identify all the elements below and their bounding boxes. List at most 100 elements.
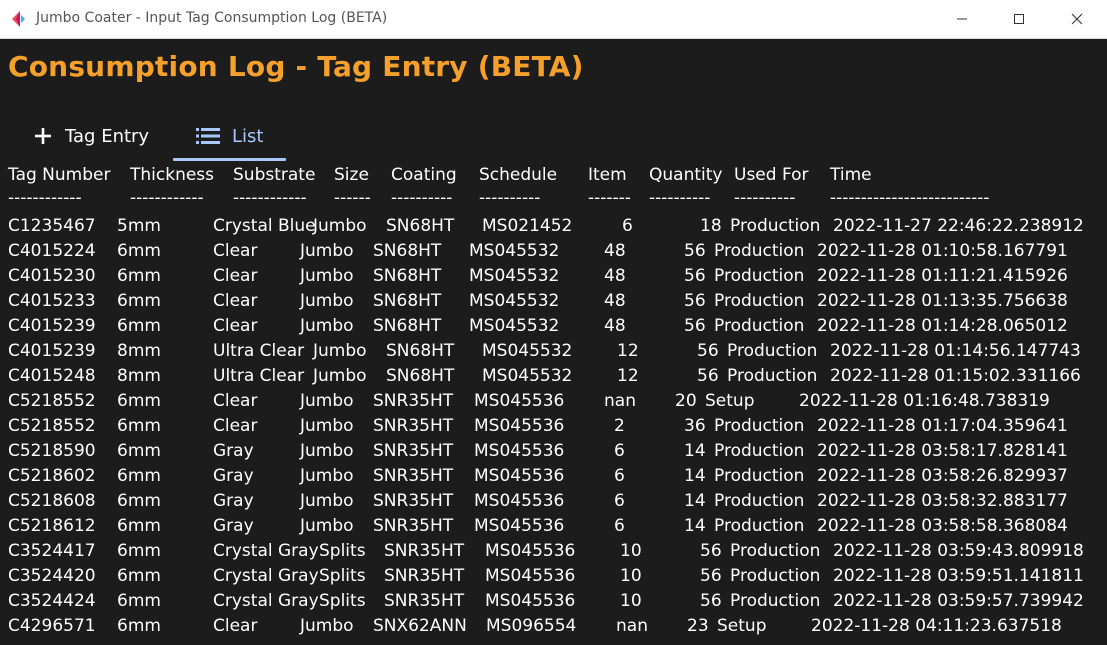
cell-item: 48 bbox=[604, 316, 626, 336]
cell-substrate: Ultra Clear bbox=[213, 366, 305, 386]
cell-substrate: Gray bbox=[213, 491, 254, 511]
cell-substrate: Gray bbox=[213, 441, 254, 461]
cell-coating: SN68HT bbox=[386, 216, 455, 236]
maximize-icon bbox=[1014, 14, 1024, 24]
separator-size: ------ bbox=[334, 188, 371, 208]
cell-schedule: MS045532 bbox=[482, 366, 573, 386]
cell-time: 2022-11-28 01:11:21.415926 bbox=[817, 266, 1068, 286]
cell-item: nan bbox=[616, 616, 648, 636]
cell-quantity: 56 bbox=[684, 241, 706, 261]
cell-item: 6 bbox=[614, 441, 625, 461]
minimize-button[interactable] bbox=[939, 0, 985, 38]
column-header-substrate: Substrate bbox=[233, 165, 316, 185]
cell-quantity: 20 bbox=[675, 391, 697, 411]
selected-tab-indicator bbox=[173, 158, 286, 161]
cell-size: Jumbo bbox=[300, 391, 354, 411]
cell-size: Jumbo bbox=[313, 216, 367, 236]
cell-substrate: Gray bbox=[213, 466, 254, 486]
cell-used-for: Production bbox=[727, 366, 818, 386]
cell-size: Jumbo bbox=[313, 341, 367, 361]
cell-time: 2022-11-28 03:58:58.368084 bbox=[817, 516, 1068, 536]
cell-time: 2022-11-28 03:59:57.739942 bbox=[833, 591, 1084, 611]
cell-tag-number: C1235467 bbox=[8, 216, 96, 236]
cell-time: 2022-11-28 01:13:35.756638 bbox=[817, 291, 1068, 311]
tab-tag-entry[interactable]: Tag Entry bbox=[33, 114, 149, 158]
cell-size: Jumbo bbox=[300, 291, 354, 311]
cell-tag-number: C4296571 bbox=[8, 616, 96, 636]
cell-tag-number: C5218552 bbox=[8, 391, 96, 411]
cell-thickness: 6mm bbox=[117, 566, 161, 586]
close-button[interactable] bbox=[1054, 0, 1100, 38]
cell-thickness: 6mm bbox=[117, 616, 161, 636]
cell-used-for: Production bbox=[727, 341, 818, 361]
column-header-used-for: Used For bbox=[734, 165, 809, 185]
cell-item: 10 bbox=[620, 566, 642, 586]
app-logo-icon bbox=[10, 10, 28, 28]
cell-schedule: MS045532 bbox=[469, 316, 560, 336]
cell-time: 2022-11-28 01:17:04.359641 bbox=[817, 416, 1068, 436]
cell-substrate: Clear bbox=[213, 391, 258, 411]
cell-size: Jumbo bbox=[300, 491, 354, 511]
column-header-item: Item bbox=[588, 165, 627, 185]
cell-tag-number: C4015224 bbox=[8, 241, 96, 261]
cell-time: 2022-11-28 04:11:23.637518 bbox=[811, 616, 1062, 636]
cell-tag-number: C5218612 bbox=[8, 516, 96, 536]
cell-coating: SNR35HT bbox=[373, 491, 454, 511]
cell-used-for: Production bbox=[714, 316, 805, 336]
column-header-quantity: Quantity bbox=[649, 165, 723, 185]
tab-list[interactable]: List bbox=[196, 114, 263, 158]
cell-size: Splits bbox=[319, 541, 366, 561]
cell-size: Splits bbox=[319, 591, 366, 611]
cell-size: Jumbo bbox=[300, 616, 354, 636]
cell-item: 6 bbox=[614, 491, 625, 511]
separator-thickness: ------------ bbox=[130, 188, 204, 208]
cell-quantity: 56 bbox=[700, 566, 722, 586]
cell-quantity: 18 bbox=[700, 216, 722, 236]
cell-substrate: Crystal Gray bbox=[213, 566, 319, 586]
cell-used-for: Setup bbox=[705, 391, 755, 411]
cell-used-for: Production bbox=[714, 466, 805, 486]
cell-time: 2022-11-28 03:59:43.809918 bbox=[833, 541, 1084, 561]
cell-coating: SNR35HT bbox=[384, 541, 465, 561]
cell-item: 48 bbox=[604, 241, 626, 261]
cell-coating: SN68HT bbox=[373, 241, 442, 261]
cell-substrate: Crystal Gray bbox=[213, 591, 319, 611]
cell-item: 6 bbox=[614, 466, 625, 486]
cell-size: Jumbo bbox=[300, 241, 354, 261]
cell-quantity: 14 bbox=[684, 491, 706, 511]
cell-time: 2022-11-28 01:15:02.331166 bbox=[830, 366, 1081, 386]
cell-used-for: Setup bbox=[717, 616, 767, 636]
cell-coating: SN68HT bbox=[373, 291, 442, 311]
separator-schedule: ---------- bbox=[479, 188, 541, 208]
cell-size: Jumbo bbox=[300, 466, 354, 486]
cell-time: 2022-11-28 01:14:56.147743 bbox=[830, 341, 1081, 361]
maximize-button[interactable] bbox=[996, 0, 1042, 38]
cell-quantity: 56 bbox=[697, 366, 719, 386]
cell-thickness: 6mm bbox=[117, 541, 161, 561]
close-icon bbox=[1071, 13, 1083, 25]
cell-quantity: 56 bbox=[700, 541, 722, 561]
cell-coating: SNR35HT bbox=[373, 391, 454, 411]
cell-thickness: 6mm bbox=[117, 416, 161, 436]
separator-quantity: ---------- bbox=[649, 188, 711, 208]
cell-schedule: MS045536 bbox=[485, 591, 576, 611]
cell-tag-number: C5218602 bbox=[8, 466, 96, 486]
cell-schedule: MS045536 bbox=[474, 441, 565, 461]
cell-item: nan bbox=[604, 391, 636, 411]
cell-coating: SN68HT bbox=[373, 266, 442, 286]
cell-time: 2022-11-28 01:10:58.167791 bbox=[817, 241, 1068, 261]
cell-thickness: 8mm bbox=[117, 366, 161, 386]
cell-coating: SN68HT bbox=[386, 366, 455, 386]
cell-size: Jumbo bbox=[313, 366, 367, 386]
cell-tag-number: C5218590 bbox=[8, 441, 96, 461]
cell-schedule: MS096554 bbox=[486, 616, 577, 636]
cell-schedule: MS045536 bbox=[474, 466, 565, 486]
cell-thickness: 6mm bbox=[117, 266, 161, 286]
cell-schedule: MS045536 bbox=[474, 416, 565, 436]
cell-tag-number: C5218608 bbox=[8, 491, 96, 511]
cell-item: 48 bbox=[604, 291, 626, 311]
column-header-size: Size bbox=[334, 165, 369, 185]
cell-used-for: Production bbox=[714, 241, 805, 261]
cell-tag-number: C3524424 bbox=[8, 591, 96, 611]
cell-item: 10 bbox=[620, 591, 642, 611]
